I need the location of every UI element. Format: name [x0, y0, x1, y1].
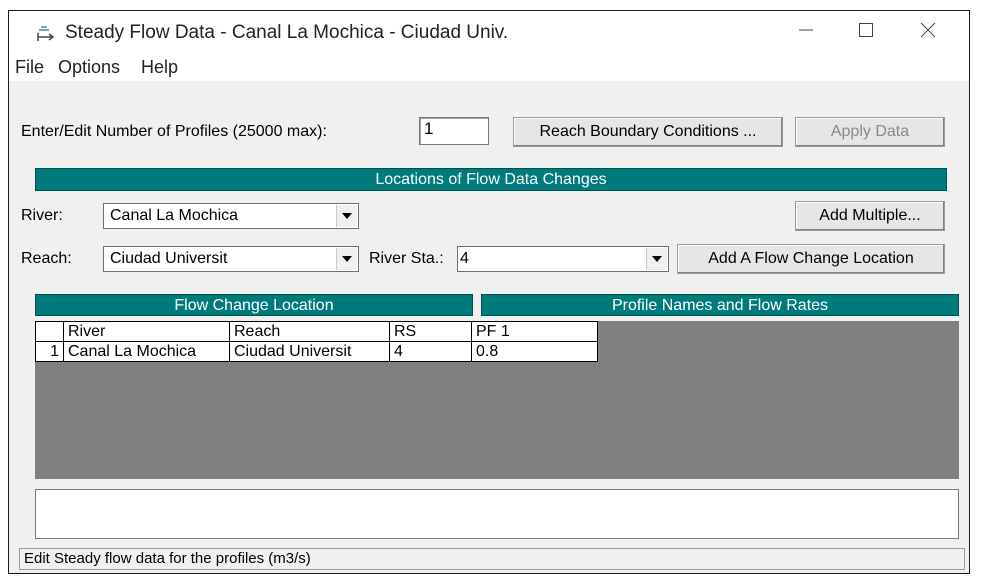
window-title: Steady Flow Data - Canal La Mochica - Ci…	[65, 22, 509, 43]
menu-options[interactable]: Options	[58, 57, 120, 78]
reach-label: Reach:	[21, 250, 72, 267]
apply-data-button[interactable]: Apply Data	[795, 117, 945, 147]
row-index-cell: 1	[35, 341, 64, 362]
table-row: 1 Canal La Mochica Ciudad Universit 4 0.…	[35, 341, 598, 362]
reach-cell[interactable]: Ciudad Universit	[229, 341, 390, 362]
steady-flow-window: Steady Flow Data - Canal La Mochica - Ci…	[8, 10, 970, 574]
river-select[interactable]: Canal La Mochica	[103, 203, 359, 229]
column-header-river: River	[63, 321, 230, 342]
chevron-down-icon[interactable]	[646, 248, 667, 270]
river-value: Canal La Mochica	[110, 207, 239, 224]
column-header-reach: Reach	[229, 321, 390, 342]
profiles-count-input[interactable]: 1	[419, 117, 489, 145]
column-header-pf1: PF 1	[471, 321, 598, 342]
maximize-icon	[858, 22, 874, 43]
river-sta-value: 4	[460, 250, 469, 267]
river-sta-label: River Sta.:	[369, 250, 444, 267]
river-label: River:	[21, 207, 63, 224]
profiles-label: Enter/Edit Number of Profiles (25000 max…	[21, 123, 327, 140]
minimize-button[interactable]	[783, 15, 829, 49]
reach-select[interactable]: Ciudad Universit	[103, 246, 359, 272]
chevron-down-icon[interactable]	[336, 205, 357, 227]
flow-change-location-header: Flow Change Location	[35, 294, 473, 316]
river-cell[interactable]: Canal La Mochica	[63, 341, 230, 362]
flow-data-table: River Reach RS PF 1 1 Canal La Mochica C…	[35, 321, 598, 362]
flow-data-grid: River Reach RS PF 1 1 Canal La Mochica C…	[35, 321, 959, 479]
status-bar: Edit Steady flow data for the profiles (…	[19, 548, 965, 570]
reach-value: Ciudad Universit	[110, 250, 228, 267]
chevron-down-icon[interactable]	[336, 248, 357, 270]
river-sta-select[interactable]: 4	[457, 246, 669, 272]
message-box[interactable]	[35, 489, 959, 539]
locations-header: Locations of Flow Data Changes	[35, 168, 947, 191]
table-header-row: River Reach RS PF 1	[35, 321, 598, 342]
maximize-button[interactable]	[843, 15, 889, 49]
menu-bar: File Options Help	[9, 53, 969, 81]
title-bar: Steady Flow Data - Canal La Mochica - Ci…	[9, 11, 969, 53]
minimize-icon	[798, 22, 814, 43]
pf1-flow-cell[interactable]: 0.8	[471, 341, 598, 362]
column-header-index	[35, 321, 64, 342]
add-multiple-button[interactable]: Add Multiple...	[795, 201, 945, 231]
rs-cell[interactable]: 4	[389, 341, 472, 362]
menu-file[interactable]: File	[15, 57, 44, 78]
add-flow-change-location-button[interactable]: Add A Flow Change Location	[677, 244, 945, 274]
column-header-rs: RS	[389, 321, 472, 342]
profile-names-header: Profile Names and Flow Rates	[481, 294, 959, 316]
steady-flow-app-icon	[35, 25, 57, 43]
reach-boundary-conditions-button[interactable]: Reach Boundary Conditions ...	[513, 117, 783, 147]
menu-help[interactable]: Help	[141, 57, 178, 78]
close-button[interactable]	[905, 15, 951, 49]
close-icon	[920, 22, 936, 43]
